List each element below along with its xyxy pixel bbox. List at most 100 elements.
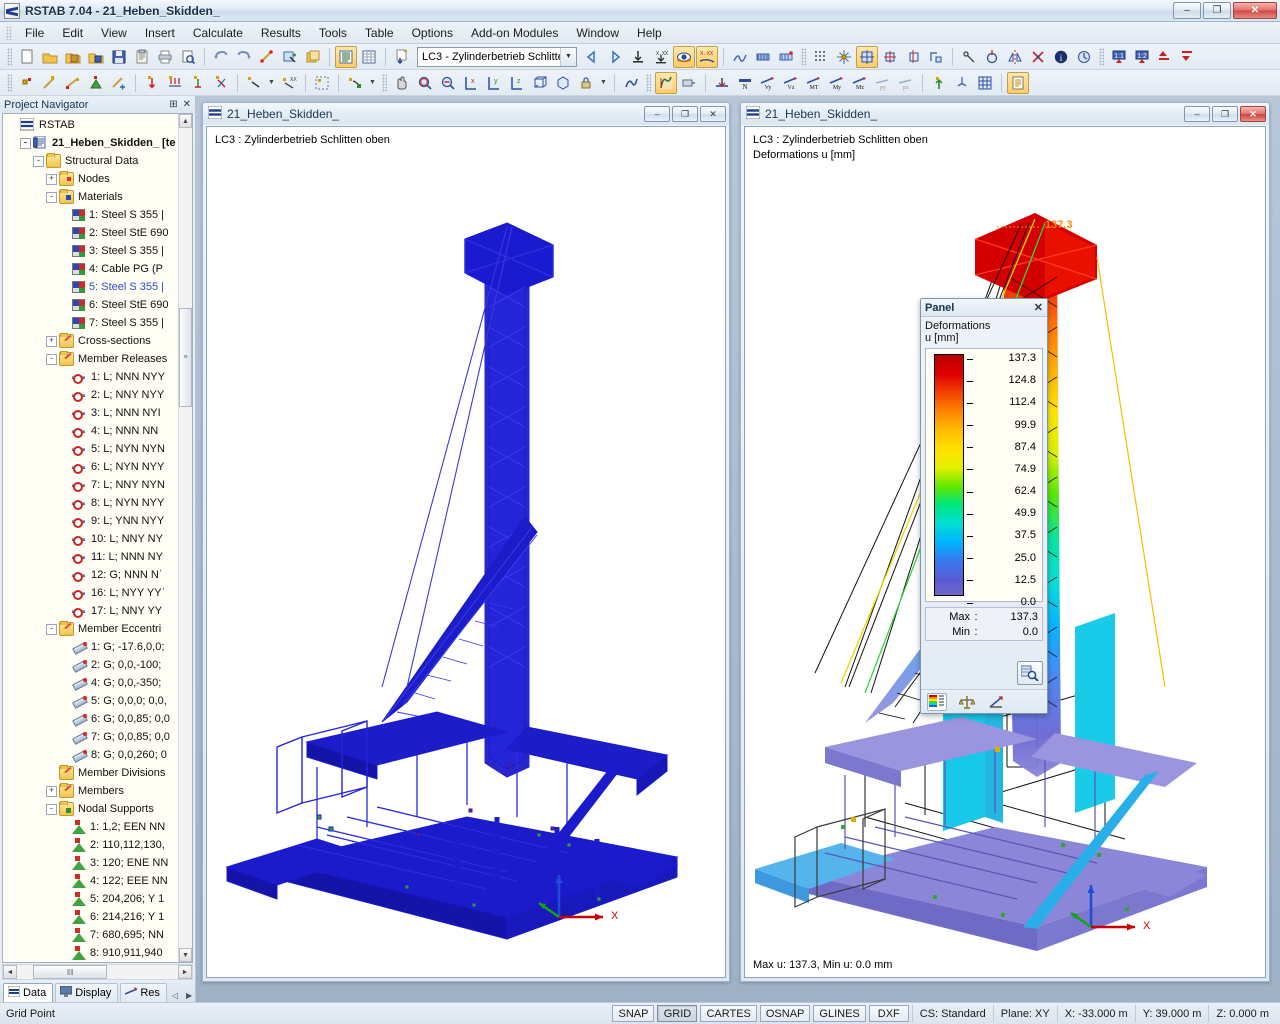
navigator-horizontal-scrollbar[interactable]: ◄ ‖‖ ► — [2, 964, 193, 980]
status-toggle-osnap[interactable]: OSNAP — [760, 1005, 811, 1022]
guide-lines-icon[interactable] — [902, 46, 924, 68]
status-toggle-snap[interactable]: SNAP — [612, 1005, 654, 1022]
nodal-load-icon[interactable] — [141, 72, 163, 94]
toolbar-grip-3[interactable] — [1099, 48, 1104, 66]
load-axis-icon[interactable]: X.XX — [650, 46, 672, 68]
vscroll-thumb[interactable]: ≡ — [179, 308, 192, 406]
tree-item[interactable]: 8: L; NYN NYY — [3, 494, 178, 512]
tree-item[interactable]: 7: L; NNY NYN — [3, 476, 178, 494]
py-icon[interactable]: py — [872, 72, 894, 94]
status-toggle-dxf[interactable]: DXF — [869, 1005, 909, 1022]
cross-icon[interactable] — [1027, 46, 1049, 68]
results-panel[interactable]: Panel ✕ Deformations u [mm] 137.3124.811… — [920, 298, 1048, 714]
tree-item[interactable]: 1: Steel S 355 | — [3, 206, 178, 224]
tree-item[interactable]: 5: 204,206; Y 1 — [3, 890, 178, 908]
navigator-tab-display[interactable]: Display — [55, 983, 118, 1002]
menu-addon-modules[interactable]: Add-on Modules — [462, 23, 567, 43]
load-export-icon[interactable]: 1:2 — [1131, 46, 1153, 68]
filter-icon[interactable] — [987, 693, 1007, 711]
line-icon[interactable] — [39, 72, 61, 94]
toolbar-grip-1[interactable] — [7, 48, 12, 66]
restore-button[interactable]: ❐ — [1203, 2, 1231, 19]
factors-icon[interactable] — [957, 693, 977, 711]
menu-grip[interactable] — [6, 26, 12, 40]
left-view-close[interactable]: ✕ — [700, 106, 726, 122]
menu-options[interactable]: Options — [403, 23, 462, 43]
new-file-icon[interactable] — [16, 46, 38, 68]
result-combo-xx-icon[interactable]: XX — [278, 72, 300, 94]
tree-item[interactable]: -Member Eccentri — [3, 620, 178, 638]
menu-edit[interactable]: Edit — [53, 23, 92, 43]
tree-item[interactable]: 1: G; -17.6,0,0; — [3, 638, 178, 656]
tree-item[interactable]: 4: L; NNN NN — [3, 422, 178, 440]
tree-item[interactable]: 8: G; 0,0,260; 0 — [3, 746, 178, 764]
reactions-icon[interactable] — [928, 72, 950, 94]
view-x-icon[interactable]: x — [460, 72, 482, 94]
menu-file[interactable]: File — [16, 23, 53, 43]
tree-item[interactable]: 16: L; NYY YYˈ — [3, 584, 178, 602]
menu-tools[interactable]: Tools — [310, 23, 356, 43]
toolbar-grip-2[interactable] — [801, 48, 806, 66]
scroll-left-button[interactable]: ◄ — [3, 965, 17, 979]
new-window-icon[interactable] — [302, 46, 324, 68]
snap-icon[interactable] — [833, 46, 855, 68]
result-combo-dropdown[interactable]: ▼ — [266, 72, 277, 94]
status-toggle-glines[interactable]: GLINES — [813, 1005, 865, 1022]
tree-item[interactable]: 6: Steel StE 690 — [3, 296, 178, 314]
hscroll-thumb[interactable]: ‖‖ — [33, 965, 107, 979]
open-project-icon[interactable] — [62, 46, 84, 68]
node-icon[interactable] — [16, 72, 38, 94]
collapse-icon[interactable]: - — [33, 156, 44, 167]
vscroll-track[interactable]: ≡ — [179, 128, 192, 948]
tree-item[interactable]: 2: L; NNY NYY — [3, 386, 178, 404]
set-icon[interactable] — [210, 72, 232, 94]
close-icon[interactable]: ✕ — [1034, 301, 1043, 314]
left-view-canvas[interactable]: LC3 : Zylinderbetrieb Schlitten oben — [206, 126, 726, 978]
menu-results[interactable]: Results — [252, 23, 310, 43]
tree-item[interactable]: +Nodes — [3, 170, 178, 188]
print-setup-icon[interactable] — [775, 46, 797, 68]
view-y-icon[interactable]: y — [483, 72, 505, 94]
hscroll-track[interactable]: ‖‖ — [17, 965, 178, 979]
navigator-tab-prev[interactable]: ◁ — [169, 989, 181, 1002]
scroll-up-button[interactable]: ▲ — [179, 114, 192, 128]
close-button[interactable]: ✕ — [1233, 2, 1277, 19]
lock-dropdown[interactable]: ▼ — [598, 72, 609, 94]
tree-item[interactable]: 5: G; 0,0,0; 0,0, — [3, 692, 178, 710]
info-icon[interactable]: i — [1050, 46, 1072, 68]
mirror-icon[interactable] — [1004, 46, 1026, 68]
navigator-tab-data[interactable]: Data — [3, 983, 53, 1002]
chevron-down-icon[interactable]: ▼ — [560, 48, 576, 66]
tree-item[interactable]: 12: G; NNN Nˈ — [3, 566, 178, 584]
zoom-window-icon[interactable] — [414, 72, 436, 94]
zoom-out-icon[interactable] — [437, 72, 459, 94]
table-grid-icon[interactable] — [358, 46, 380, 68]
shear-vz-icon[interactable]: Vz — [780, 72, 802, 94]
measure-icon[interactable] — [958, 46, 980, 68]
tree-item[interactable]: 6: 214,216; Y 1 — [3, 908, 178, 926]
navigator-vertical-scrollbar[interactable]: ▲ ≡ ▼ — [178, 114, 192, 962]
navigator-tab-next[interactable]: ▶ — [183, 989, 195, 1002]
scroll-down-button[interactable]: ▼ — [179, 948, 192, 962]
torsion-mt-icon[interactable]: MT — [803, 72, 825, 94]
tree-item[interactable]: 8: 910,911,940 — [3, 944, 178, 962]
view-3d-icon[interactable] — [552, 72, 574, 94]
left-view-minimize[interactable]: – — [644, 106, 670, 122]
tree-item[interactable]: Member Divisions — [3, 764, 178, 782]
deformation-icon[interactable] — [655, 72, 677, 94]
print-preview-icon[interactable] — [177, 46, 199, 68]
load-down-icon[interactable] — [627, 46, 649, 68]
menu-help[interactable]: Help — [628, 23, 671, 43]
clipboard-icon[interactable] — [131, 46, 153, 68]
group-icon[interactable] — [344, 72, 366, 94]
printout-report-icon[interactable] — [1007, 72, 1029, 94]
pan-icon[interactable] — [391, 72, 413, 94]
status-field-plane[interactable]: Plane: XY — [993, 1005, 1057, 1022]
tree-item[interactable]: RSTAB — [3, 116, 178, 134]
loadcase-combo[interactable]: LC3 - Zylinderbetrieb Schlitte ▼ — [417, 47, 577, 67]
save-icon[interactable] — [108, 46, 130, 68]
menu-view[interactable]: View — [92, 23, 136, 43]
tree-item[interactable]: 17: L; NNY YY — [3, 602, 178, 620]
menu-insert[interactable]: Insert — [136, 23, 184, 43]
open-file-icon[interactable] — [39, 46, 61, 68]
